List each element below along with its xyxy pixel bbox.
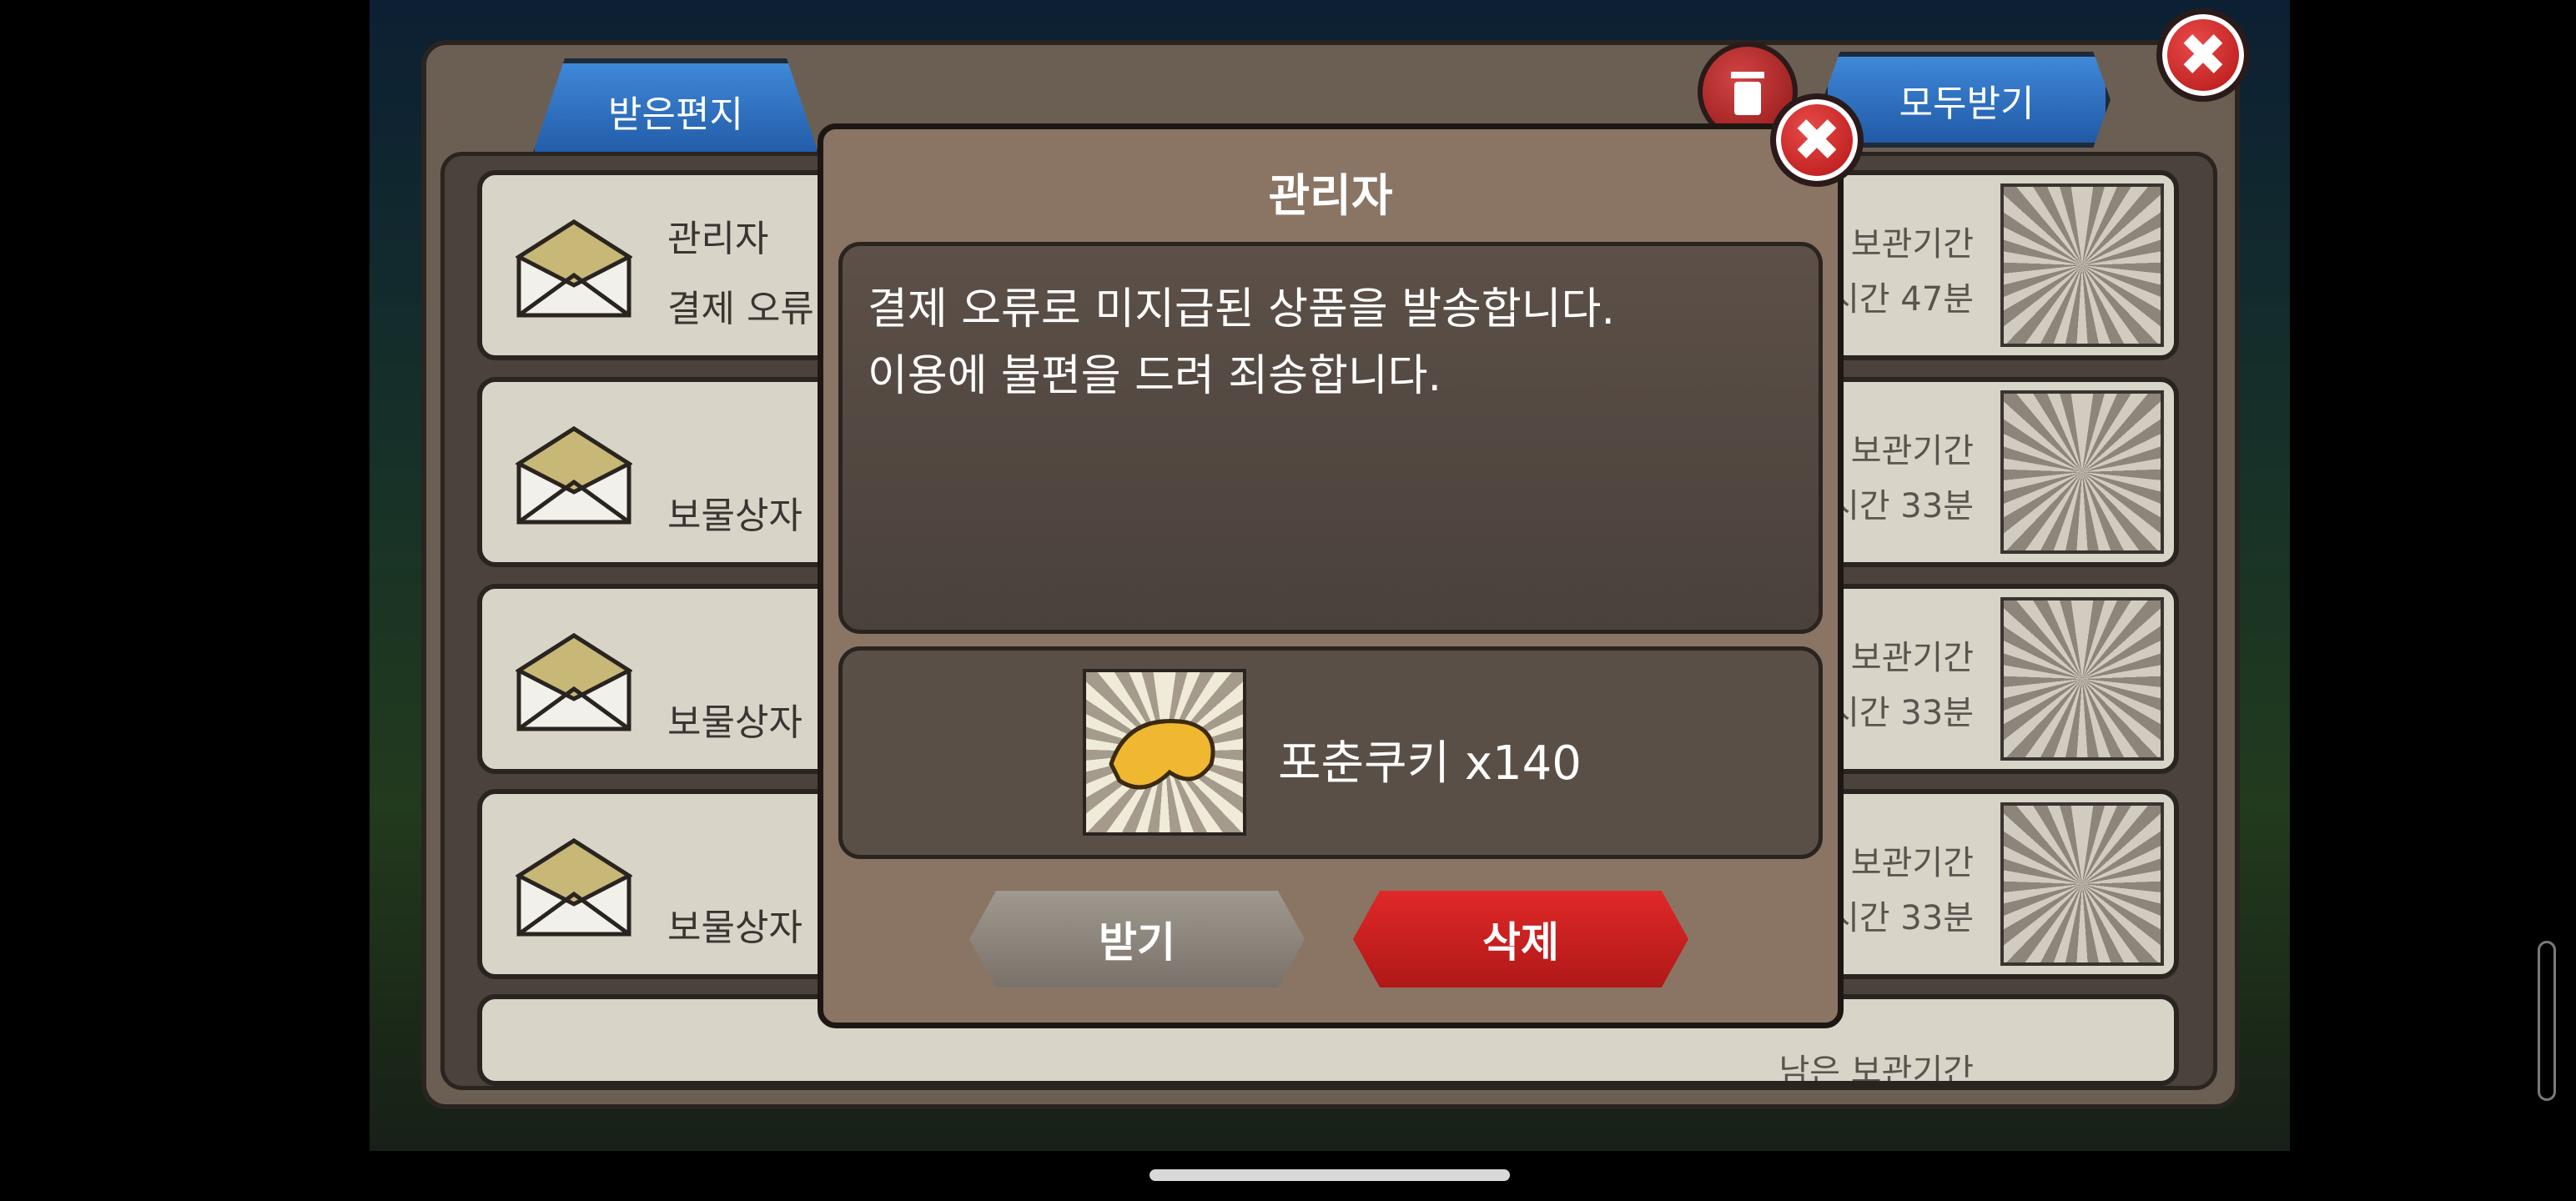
reward-thumbnail [2000, 183, 2164, 347]
expire-label: 남은 보관기간 [1779, 1053, 1974, 1086]
message-text-line1: 결제 오류로 미지급된 상품을 발송합니다. [868, 284, 1615, 334]
receive-button[interactable]: 받기 [969, 891, 1305, 987]
envelope-icon [516, 426, 632, 525]
mail-sender: 관리자 [667, 218, 769, 260]
scroll-indicator [2538, 941, 2556, 1101]
expire-label: 보관기간 [1850, 432, 1974, 470]
mail-subject: 보물상자 [667, 495, 802, 537]
delete-button[interactable]: 삭제 [1353, 891, 1688, 987]
fortune-cookie-glyph [1109, 719, 1215, 790]
mail-subject: 보물상자 [667, 907, 802, 949]
expire-time: 시간 33분 [1828, 694, 1974, 732]
fortune-cookie-icon [1083, 669, 1246, 836]
message-text-line2: 이용에 불편을 드려 죄송합니다. [868, 351, 1442, 401]
reward-label: 포춘쿠키 x140 [1278, 736, 1582, 791]
expire-label: 보관기간 [1850, 639, 1974, 677]
tab-inbox[interactable]: 받은편지 [530, 58, 822, 163]
expire-time: 시간 47분 [1828, 280, 1974, 319]
expire-label: 보관기간 [1850, 225, 1974, 264]
expire-label: 보관기간 [1850, 844, 1974, 882]
claim-all-button[interactable]: 모두받기 [1823, 52, 2111, 148]
close-icon[interactable]: ✖ [1770, 93, 1864, 187]
envelope-icon [516, 633, 632, 731]
home-indicator[interactable] [1150, 1169, 1510, 1181]
reward-thumbnail [2000, 802, 2164, 966]
expire-time: 시간 33분 [1828, 487, 1974, 525]
envelope-icon [516, 219, 632, 318]
reward-thumbnail [2000, 390, 2164, 554]
mail-subject: 결제 오류 [667, 288, 814, 330]
dialog-title: 관리자 [1268, 169, 1393, 222]
envelope-icon [516, 838, 632, 937]
mail-subject: 보물상자 [667, 701, 802, 744]
close-icon[interactable]: ✖ [2156, 8, 2250, 102]
reward-thumbnail [2000, 597, 2164, 761]
expire-time: 시간 33분 [1828, 899, 1974, 937]
